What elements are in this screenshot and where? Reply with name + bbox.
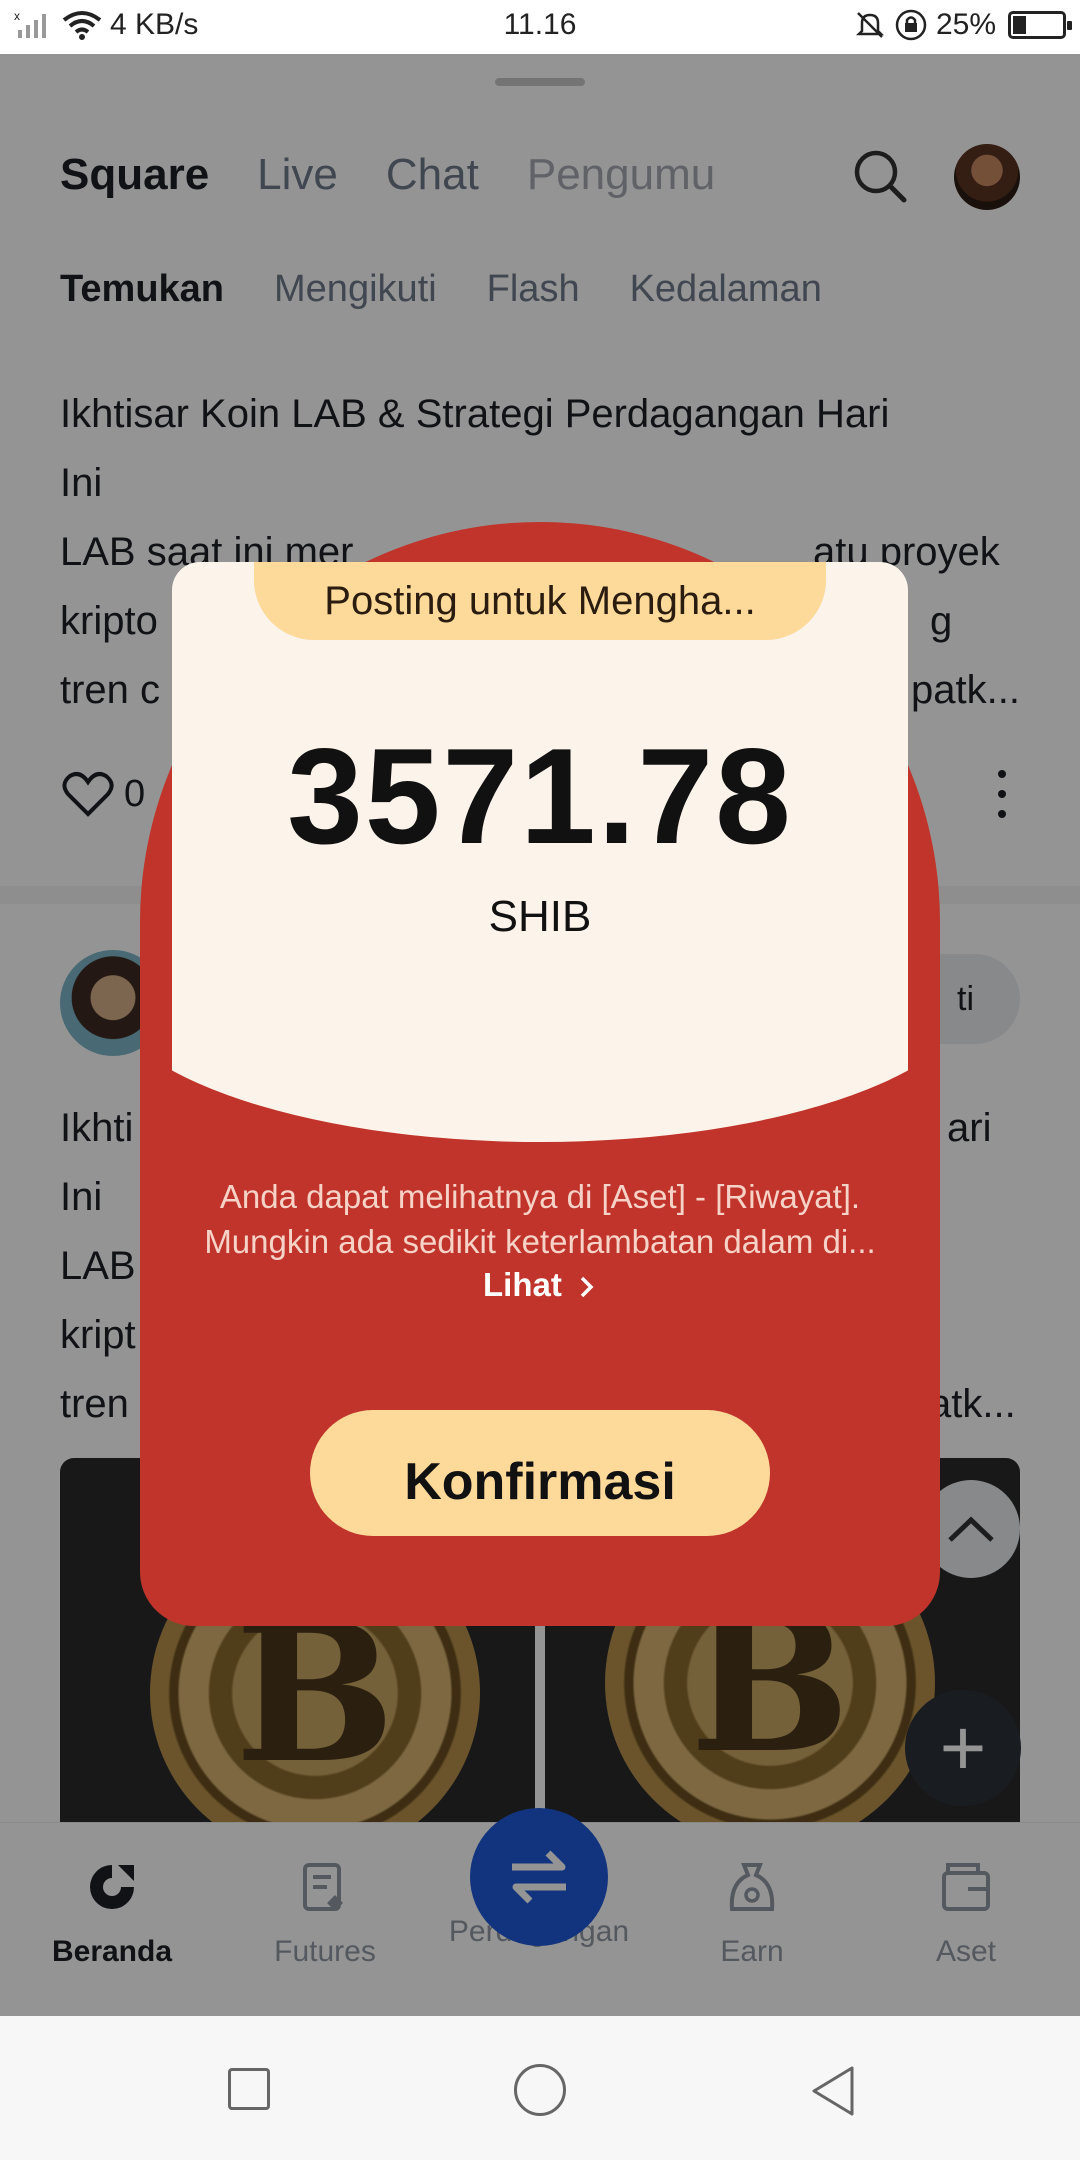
reward-amount: 3571.78 [287, 720, 793, 872]
mute-bell-icon [855, 12, 884, 38]
reward-currency: SHIB [488, 892, 592, 941]
recents-button[interactable] [228, 2068, 270, 2110]
status-right: 25% [854, 8, 1072, 42]
view-link[interactable]: Lihat [140, 1266, 940, 1304]
reward-modal: Posting untuk Mengha... 3571.78 SHIB And… [140, 522, 940, 1626]
back-button[interactable] [808, 2064, 858, 2118]
rotation-lock-icon [895, 9, 927, 41]
status-bar: x 4 KB/s 11.16 25% [0, 0, 1080, 54]
info-line: Anda dapat melihatnya di [Aset] - [Riway… [219, 1178, 861, 1215]
chevron-right-icon [580, 1276, 594, 1298]
confirm-button[interactable]: Konfirmasi [310, 1410, 770, 1536]
reward-info: Anda dapat melihatnya di [Aset] - [Riway… [180, 1174, 900, 1264]
home-button[interactable] [514, 2064, 566, 2116]
info-line: Mungkin ada sedikit keterlambatan dalam … [204, 1223, 876, 1260]
system-nav-bar [0, 2016, 1080, 2160]
modal-banner: Posting untuk Mengha... [254, 562, 826, 640]
battery-icon [1008, 11, 1072, 39]
battery-percent: 25% [935, 8, 996, 41]
